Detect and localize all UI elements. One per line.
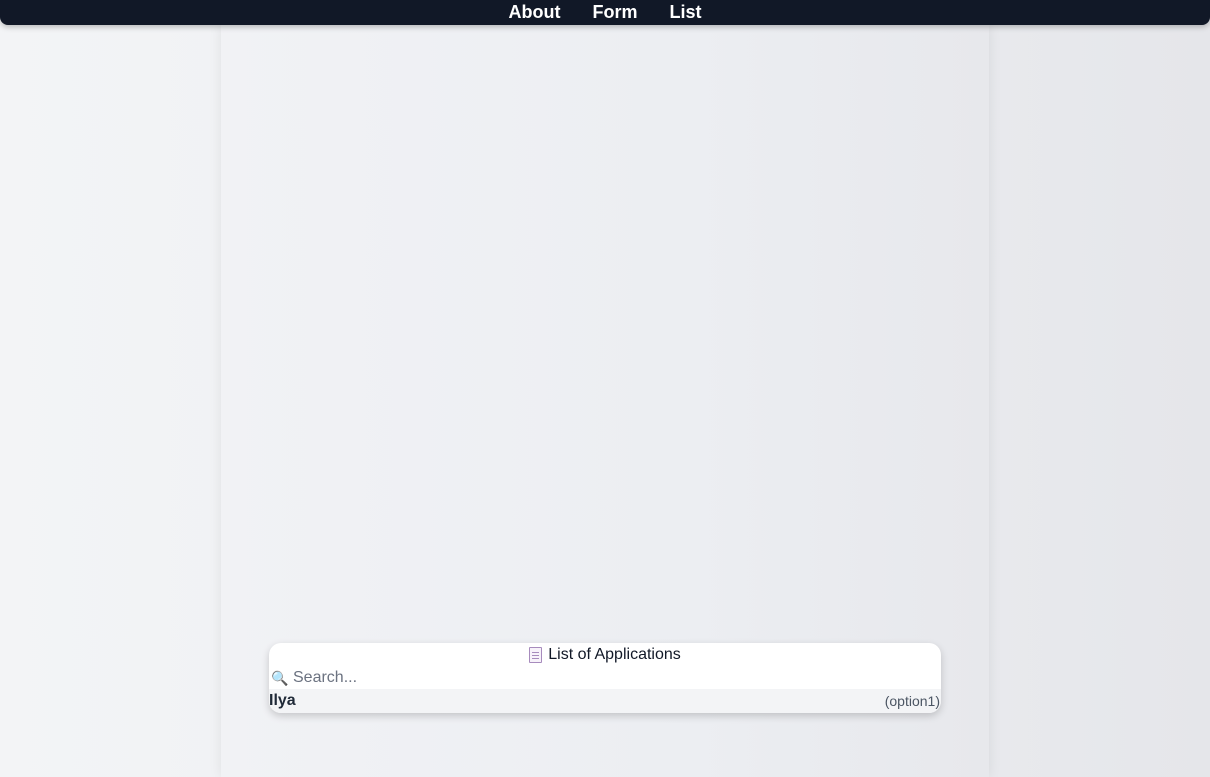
list-item-name: Ilya (269, 692, 296, 709)
search-input[interactable] (293, 668, 913, 688)
card-header: List of Applications (269, 643, 941, 667)
card-title: List of Applications (548, 646, 681, 663)
nav-list-link[interactable]: List (669, 0, 701, 25)
list-item[interactable]: Ilya (option1) (269, 689, 941, 713)
nav-form-link[interactable]: Form (592, 0, 637, 25)
list-item-option: (option1) (884, 693, 940, 709)
main-nav: About Form List (0, 0, 1210, 25)
search-bar: 🔍 (269, 667, 941, 689)
search-icon: 🔍 (271, 670, 289, 686)
top-navbar: About Form List (0, 0, 1210, 25)
document-icon (529, 647, 543, 663)
nav-about-link[interactable]: About (509, 0, 561, 25)
applications-list-card: List of Applications 🔍 Ilya (option1) (269, 643, 941, 713)
